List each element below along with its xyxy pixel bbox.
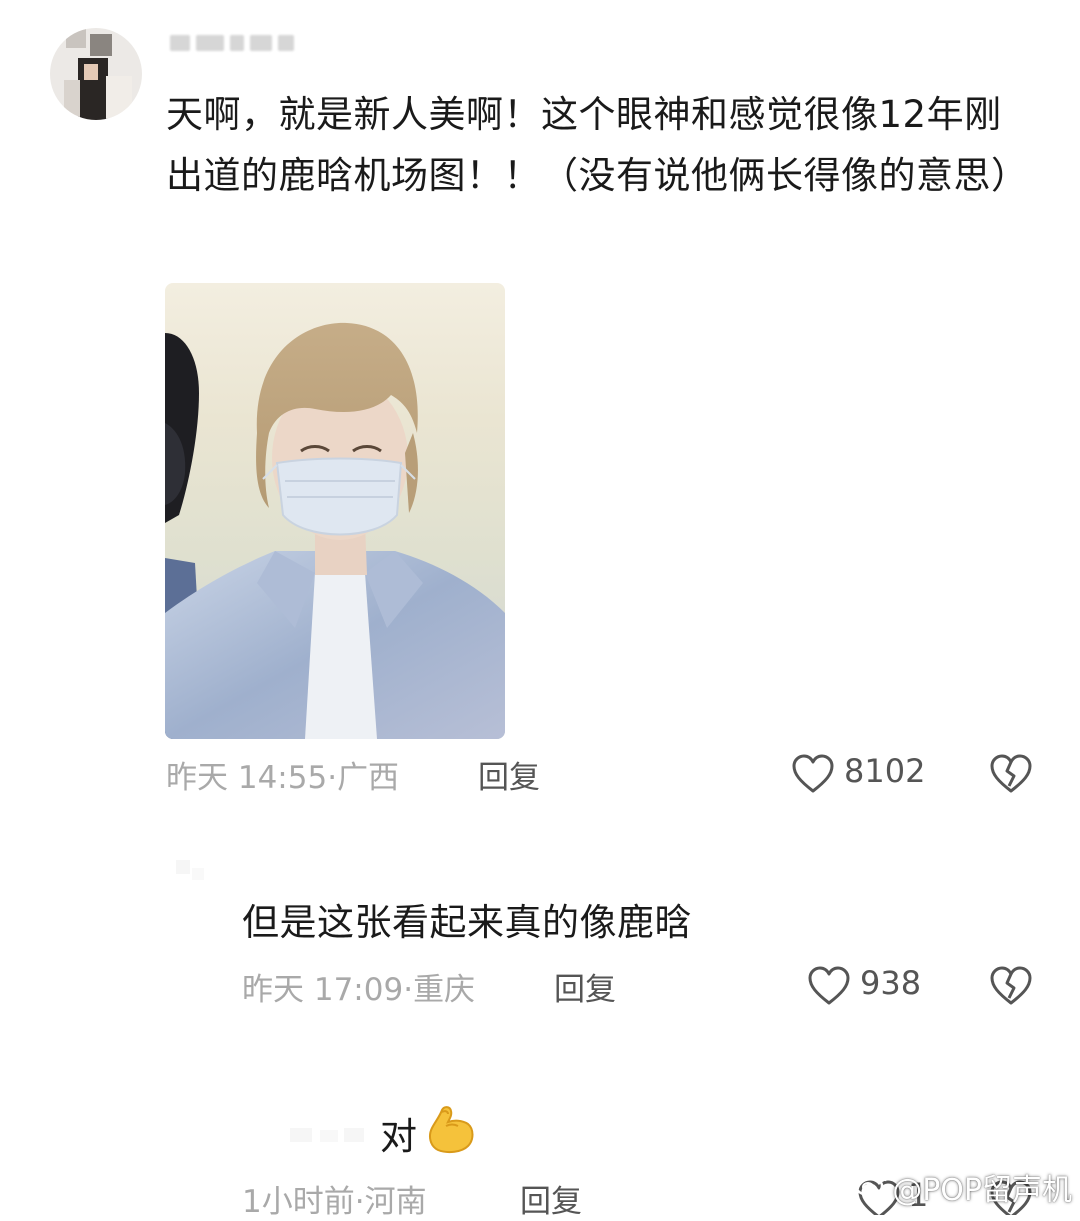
comment-time: 昨天 14:55: [166, 760, 328, 796]
meta-separator: ·: [327, 760, 338, 796]
reply-time: 昨天 17:09: [242, 972, 404, 1008]
reply-text: 但是这张看起来真的像鹿晗: [242, 901, 692, 944]
reply-button[interactable]: 回复: [520, 1176, 582, 1221]
heart-icon[interactable]: [808, 966, 850, 1006]
heart-icon[interactable]: [792, 754, 834, 794]
reply-meta: 1小时前·河南: [242, 1176, 427, 1221]
comment-photo[interactable]: [165, 283, 505, 739]
like-count: 8102: [844, 752, 926, 790]
comment-location: 广西: [337, 760, 400, 796]
photo-illustration: [165, 322, 505, 739]
reply-meta: 昨天 17:09·重庆: [242, 964, 475, 1009]
reply-text-2: 对: [380, 1106, 418, 1160]
reply-text-content: 对: [380, 1115, 418, 1158]
reply-location: 重庆: [413, 972, 476, 1008]
meta-separator: ·: [403, 972, 414, 1008]
username-obscured[interactable]: [170, 32, 300, 54]
comment-text: 天啊，就是新人美啊！这个眼神和感觉很像12年刚出道的鹿晗机场图！！（没有说他俩长…: [166, 93, 1029, 197]
reply-avatar-obscured[interactable]: [168, 852, 228, 892]
broken-heart-icon[interactable]: [990, 754, 1032, 794]
comment-meta: 昨天 14:55·广西: [166, 752, 399, 797]
broken-heart-icon[interactable]: [990, 966, 1032, 1006]
watermark-text: @POP留声机: [892, 1173, 1072, 1208]
reply-button[interactable]: 回复: [554, 964, 616, 1009]
flexed-biceps-emoji: [424, 1102, 478, 1156]
reply-button[interactable]: 回复: [478, 752, 540, 797]
watermark: @POP留声机: [854, 1165, 1072, 1209]
reply-username-obscured[interactable]: [290, 1120, 370, 1150]
weibo-logo-icon: [854, 1169, 888, 1205]
avatar[interactable]: [50, 28, 142, 120]
like-count: 938: [860, 964, 922, 1002]
